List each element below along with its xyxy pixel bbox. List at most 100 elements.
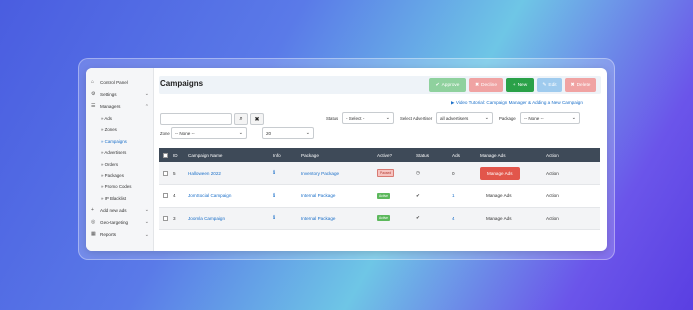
- new-button[interactable]: + New: [506, 78, 534, 92]
- campaign-name-link[interactable]: JomSocial Campaign: [184, 185, 269, 208]
- clear-search-button[interactable]: ✖: [250, 113, 264, 125]
- page-title: Campaigns: [160, 79, 204, 88]
- sidebar-item-geo-targeting[interactable]: ◎ Geo-targeting ⌄: [86, 216, 153, 228]
- list-icon: ☰: [91, 103, 96, 110]
- sidebar-item-label: Geo-targeting: [100, 219, 129, 225]
- campaign-name-link[interactable]: Joomla Campaign: [184, 207, 269, 230]
- action-button[interactable]: Action: [542, 162, 600, 185]
- zone-select[interactable]: -- None -- ⌄: [171, 127, 247, 139]
- chevron-down-icon: ⌄: [144, 91, 149, 98]
- manage-ads-cell: Manage Ads: [476, 162, 542, 185]
- sidebar-item-label: Reports: [100, 232, 117, 238]
- search-input[interactable]: [160, 113, 232, 125]
- zone-label: Zone: [160, 131, 170, 136]
- select-all-checkbox[interactable]: [159, 148, 169, 162]
- status-badge[interactable]: Active: [377, 215, 390, 222]
- campaign-id: 3: [173, 215, 176, 221]
- column-header: Manage Ads: [480, 152, 506, 158]
- close-icon: ✖: [474, 82, 480, 88]
- sidebar-subitem-advertisers[interactable]: » Advertisers: [86, 147, 153, 158]
- row-checkbox[interactable]: [159, 207, 169, 230]
- chart-icon: ▦: [91, 231, 96, 238]
- action-button[interactable]: Action: [542, 185, 600, 208]
- chevron-down-icon: ⌄: [144, 219, 149, 226]
- info-icon[interactable]: ℹ: [273, 215, 275, 221]
- sidebar-item-settings[interactable]: ⚙ Settings ⌄: [86, 88, 153, 100]
- column-header: Info: [273, 152, 281, 158]
- column-header[interactable]: Package: [297, 148, 373, 162]
- approve-button[interactable]: ✔ Approve: [429, 78, 466, 92]
- gear-icon: ⚙: [91, 90, 96, 97]
- search-button[interactable]: ⌕: [234, 113, 248, 125]
- sidebar-item-managers[interactable]: ☰ Managers ⌃: [86, 101, 153, 113]
- status-cell: ✔: [412, 207, 448, 230]
- campaign-name-link[interactable]: Halloween 2022: [184, 162, 269, 185]
- search-icon: ⌕: [239, 115, 243, 122]
- pending-icon: ◷: [416, 170, 421, 175]
- campaign-id: 5: [173, 170, 176, 176]
- advertiser-select[interactable]: all advertisers ⌄: [436, 112, 493, 124]
- package-link[interactable]: Internal Package: [297, 207, 373, 230]
- info-icon[interactable]: ℹ: [273, 193, 275, 199]
- globe-icon: ◎: [91, 218, 96, 225]
- package-link[interactable]: Internal Package: [297, 185, 373, 208]
- sidebar-subitem-packages[interactable]: » Packages: [86, 170, 153, 181]
- sidebar-subitem-orders[interactable]: » Orders: [86, 158, 153, 169]
- status-badge[interactable]: Active: [377, 192, 390, 199]
- chevron-down-icon: ⌄: [385, 115, 390, 121]
- chevron-down-icon: ⌄: [144, 207, 149, 214]
- campaigns-table: ID Campaign Name Info Package Active? St…: [159, 148, 600, 230]
- sidebar-subitem-campaigns[interactable]: » Campaigns: [86, 136, 153, 147]
- sidebar-subitem-ip-blacklist[interactable]: » IP Blacklist: [86, 193, 153, 204]
- edit-button[interactable]: ✎ Edit: [537, 78, 562, 92]
- sidebar-item-label: Add new ads: [100, 207, 127, 213]
- package-link[interactable]: Inventory Package: [297, 162, 373, 185]
- edit-icon: ✎: [542, 82, 547, 88]
- table-row: 3 Joomla Campaign ℹ Internal Package Act…: [159, 207, 600, 230]
- check-icon: ✔: [416, 215, 420, 221]
- delete-button[interactable]: ✖ Delete: [565, 78, 596, 92]
- video-tutorial-link[interactable]: ▶ Video Tutorial: Campaign Manager & Add…: [451, 100, 583, 106]
- ads-count[interactable]: 4: [448, 207, 476, 230]
- column-header[interactable]: Active?: [373, 148, 412, 162]
- sidebar-item-label: Settings: [100, 91, 117, 97]
- package-select[interactable]: -- None -- ⌄: [520, 112, 580, 124]
- sidebar: ⌂ Control Panel ⚙ Settings ⌄ ☰ Managers …: [86, 68, 154, 251]
- active-cell: Active: [373, 207, 412, 230]
- check-icon: ✔: [435, 82, 440, 88]
- column-header[interactable]: Status: [412, 148, 448, 162]
- info-icon[interactable]: ℹ: [273, 170, 275, 176]
- sidebar-item-reports[interactable]: ▦ Reports ⌄: [86, 229, 153, 241]
- info-cell: ℹ: [269, 207, 297, 230]
- row-checkbox[interactable]: [159, 185, 169, 208]
- column-header: Action: [546, 152, 559, 158]
- status-select[interactable]: - Select - ⌄: [342, 112, 394, 124]
- active-cell: Active: [373, 185, 412, 208]
- column-header[interactable]: Campaign Name: [184, 148, 269, 162]
- action-button[interactable]: Action: [542, 207, 600, 230]
- campaign-id: 4: [173, 193, 176, 199]
- sidebar-subitem-ads[interactable]: » Ads: [86, 113, 153, 124]
- limit-select[interactable]: 20 ⌄: [262, 127, 314, 139]
- chevron-down-icon: ⌄: [484, 115, 489, 121]
- info-cell: ℹ: [269, 185, 297, 208]
- chevron-down-icon: ⌄: [571, 115, 576, 121]
- status-badge[interactable]: Paused: [377, 169, 395, 177]
- chevron-down-icon: ⌄: [305, 130, 310, 136]
- sidebar-item-control-panel[interactable]: ⌂ Control Panel: [86, 76, 153, 88]
- status-cell: ✔: [412, 185, 448, 208]
- manage-ads-link[interactable]: Manage Ads: [476, 207, 542, 230]
- sidebar-subitem-zones[interactable]: » Zones: [86, 124, 153, 135]
- table-row: 5 Halloween 2022 ℹ Inventory Package Pau…: [159, 162, 600, 185]
- manage-ads-link[interactable]: Manage Ads: [476, 185, 542, 208]
- decline-button[interactable]: ✖ Decline: [469, 78, 503, 92]
- column-header: Ads: [452, 152, 460, 158]
- plus-icon: +: [91, 206, 94, 213]
- sidebar-subitem-promo-codes[interactable]: » Promo Codes: [86, 181, 153, 192]
- row-checkbox[interactable]: [159, 162, 169, 185]
- ads-count[interactable]: 1: [448, 185, 476, 208]
- column-header[interactable]: ID: [169, 148, 184, 162]
- trash-icon: ✖: [570, 82, 575, 88]
- manage-ads-button[interactable]: Manage Ads: [480, 166, 520, 180]
- sidebar-item-add-new-ads[interactable]: + Add new ads ⌄: [86, 204, 153, 216]
